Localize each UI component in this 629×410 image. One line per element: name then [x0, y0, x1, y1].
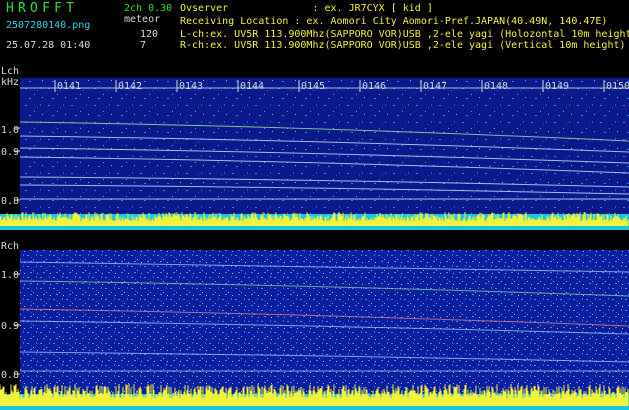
- lch-label: Lch: [1, 66, 19, 77]
- rch-panel: Rch 1.0 0.9 0.8: [0, 241, 629, 410]
- lch-tick-0-9: 0.9: [1, 147, 19, 158]
- hour-label: 0141: [57, 81, 81, 92]
- rch-label: Rch: [1, 241, 19, 252]
- rch-tick-0-8: 0.8: [1, 370, 19, 381]
- spectrogram-canvas: Lch kHz 0141 0142 0143 0144 0145 0146 0147 0148…: [0, 66, 629, 410]
- lch-unit: kHz: [1, 77, 19, 88]
- hour-label: 0146: [362, 81, 386, 92]
- hour-label: 0148: [484, 81, 508, 92]
- hour-label: 0150: [606, 81, 629, 92]
- hour-label: 0147: [423, 81, 447, 92]
- hour-label: 0144: [240, 81, 264, 92]
- hour-label: 0145: [301, 81, 325, 92]
- rch-tick-0-9: 0.9: [1, 321, 19, 332]
- lch-panel: Lch kHz 0141 0142 0143 0144 0145 0146 0147 0148…: [0, 66, 629, 230]
- hour-label: 0143: [179, 81, 203, 92]
- rch-spectrogram: [20, 250, 629, 400]
- hour-label: 0149: [545, 81, 569, 92]
- lch-tick-1-0: 1.0: [1, 125, 19, 136]
- hour-label: 0142: [118, 81, 142, 92]
- lch-tick-0-8: 0.8: [1, 196, 19, 207]
- rch-tick-1-0: 1.0: [1, 270, 19, 281]
